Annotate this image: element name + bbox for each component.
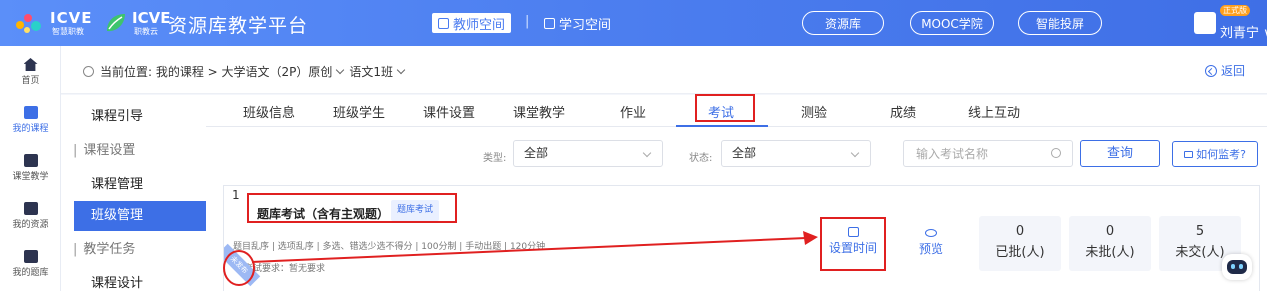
status-select[interactable]: 全部 [721, 140, 871, 167]
teacher-space-icon [438, 17, 449, 29]
rail-item-resources[interactable]: 我的资源 [0, 194, 61, 242]
rail-item-home[interactable]: 首页 [0, 50, 61, 98]
course-side-menu: 课程引导 课程设置 课程管理 班级管理 教学任务 课程设计 [61, 95, 206, 291]
robot-face [1227, 260, 1247, 274]
stat-graded-value: 0 [1015, 224, 1025, 239]
how-to-proctor-label: 如何监考? [1196, 148, 1246, 161]
eye-icon [925, 229, 937, 237]
set-time-highlight [820, 217, 886, 271]
avatar [1194, 12, 1216, 34]
tab-courseware-settings[interactable]: 课件设置 [423, 102, 475, 121]
tab-online-interaction[interactable]: 线上互动 [968, 102, 1020, 121]
breadcrumb-bar: 当前位置: 我的课程 > 大学语文（2P）原创 语文1班 返回 [61, 46, 1267, 94]
rail-item-classroom[interactable]: 课堂教学 [0, 146, 61, 194]
exam-index: 1 [232, 188, 240, 202]
tab-classroom-teaching[interactable]: 课堂教学 [513, 102, 565, 121]
user-name: 刘青宁 ∨ [1220, 26, 1267, 41]
teacher-space-button[interactable]: 教师空间 [432, 13, 512, 33]
how-to-proctor-button[interactable]: 如何监考? [1172, 141, 1258, 167]
preview-label: 预览 [919, 242, 944, 256]
rail-item-my-courses[interactable]: 我的课程 [0, 98, 61, 146]
side-item-course-management[interactable]: 课程管理 [61, 170, 206, 200]
exam-search-input[interactable] [903, 140, 1073, 167]
tab-class-info[interactable]: 班级信息 [243, 102, 295, 121]
back-label: 返回 [1220, 64, 1245, 78]
user-menu[interactable]: 正式版 刘青宁 ∨ [1194, 2, 1267, 44]
student-space-button[interactable]: 学习空间 [544, 13, 611, 33]
resource-icon [23, 202, 38, 215]
location-icon [83, 66, 94, 77]
active-tab-indicator [676, 125, 768, 127]
student-space-label: 学习空间 [559, 17, 612, 33]
preview-button[interactable]: 预览 [919, 227, 943, 257]
logo2-subtext: 职教云 [134, 27, 158, 36]
search-icon[interactable] [1051, 148, 1061, 158]
tab-quiz[interactable]: 测验 [801, 102, 827, 121]
rail-label: 课堂教学 [12, 172, 49, 182]
left-icon-rail: 首页 我的课程 课堂教学 我的资源 我的题库 [0, 46, 61, 291]
stat-ungraded: 0 未批(人) [1069, 216, 1151, 271]
top-header: ICVE 智慧职教 ICVE 职教云 资源库教学平台 教师空间 | 学习空间 资… [0, 0, 1267, 46]
stat-not-submitted-value: 5 [1195, 224, 1205, 239]
tab-grades[interactable]: 成绩 [890, 102, 916, 121]
stat-ungraded-value: 0 [1105, 224, 1115, 239]
type-select[interactable]: 全部 [513, 140, 663, 167]
logo2-text: ICVE [132, 9, 171, 27]
smart-projection-button[interactable]: 智能投屏 [1018, 11, 1102, 35]
teacher-space-label: 教师空间 [453, 17, 506, 33]
platform-title: 资源库教学平台 [168, 15, 309, 37]
breadcrumb: 当前位置: 我的课程 > 大学语文（2P）原创 语文1班 [83, 63, 410, 80]
tab-homework[interactable]: 作业 [620, 102, 646, 121]
icve-cloud-logo[interactable]: ICVE 职教云 [104, 9, 170, 37]
version-badge: 正式版 [1220, 5, 1250, 16]
mooc-college-button[interactable]: MOOC学院 [910, 11, 994, 35]
exam-tab-highlight [695, 94, 755, 122]
status-filter-label: 状态: [689, 153, 713, 164]
rail-label: 首页 [21, 76, 40, 86]
home-icon [23, 58, 38, 71]
student-space-icon [544, 17, 555, 29]
logo-dots-icon [16, 14, 41, 33]
header-separator: | [525, 14, 530, 29]
status-select-value: 全部 [732, 146, 757, 160]
resource-library-button[interactable]: 资源库 [802, 11, 884, 35]
logo-leaf-icon [107, 14, 125, 32]
chevron-down-icon [642, 148, 652, 158]
chevron-down-icon[interactable] [336, 65, 345, 75]
exam-settings-summary: 题目乱序 | 选项乱序 | 多选、错选少选不得分 | 100分制 | 手动出题 … [233, 242, 546, 252]
side-item-course-design[interactable]: 课程设计 [61, 269, 206, 291]
side-item-class-management[interactable]: 班级管理 [74, 201, 206, 231]
back-button[interactable]: 返回 [1204, 62, 1245, 79]
question-bank-icon [23, 250, 38, 263]
classroom-icon [23, 154, 38, 167]
chevron-down-icon [850, 148, 860, 158]
side-group-course-settings[interactable]: 课程设置 [61, 136, 206, 166]
monitor-icon [1184, 150, 1194, 158]
rail-label: 我的资源 [12, 220, 49, 230]
query-button[interactable]: 查询 [1080, 140, 1160, 167]
logo1-subtext: 智慧职教 [52, 27, 84, 36]
icve-smart-logo[interactable]: ICVE 智慧职教 [14, 9, 114, 37]
side-item-course-guide[interactable]: 课程引导 [61, 102, 206, 132]
rail-label: 我的课程 [12, 124, 49, 134]
type-filter-label: 类型: [483, 153, 507, 164]
breadcrumb-class[interactable]: 语文1班 [349, 63, 393, 80]
side-group-teaching-tasks[interactable]: 教学任务 [61, 235, 206, 265]
course-icon [23, 106, 38, 119]
exam-title-highlight [247, 193, 457, 223]
breadcrumb-path[interactable]: 当前位置: 我的课程 > 大学语文（2P）原创 [100, 63, 332, 80]
tab-class-students[interactable]: 班级学生 [333, 102, 385, 121]
type-select-value: 全部 [524, 146, 549, 160]
chevron-down-icon[interactable] [396, 65, 406, 75]
logo1-text: ICVE [50, 9, 93, 27]
assistant-robot-icon[interactable] [1222, 254, 1252, 280]
rail-item-question-bank[interactable]: 我的题库 [0, 242, 61, 290]
stat-ungraded-label: 未批(人) [1085, 245, 1135, 260]
stat-graded: 0 已批(人) [979, 216, 1061, 271]
stat-graded-label: 已批(人) [995, 245, 1045, 260]
back-icon [1204, 64, 1217, 77]
rail-label: 我的题库 [12, 268, 49, 278]
